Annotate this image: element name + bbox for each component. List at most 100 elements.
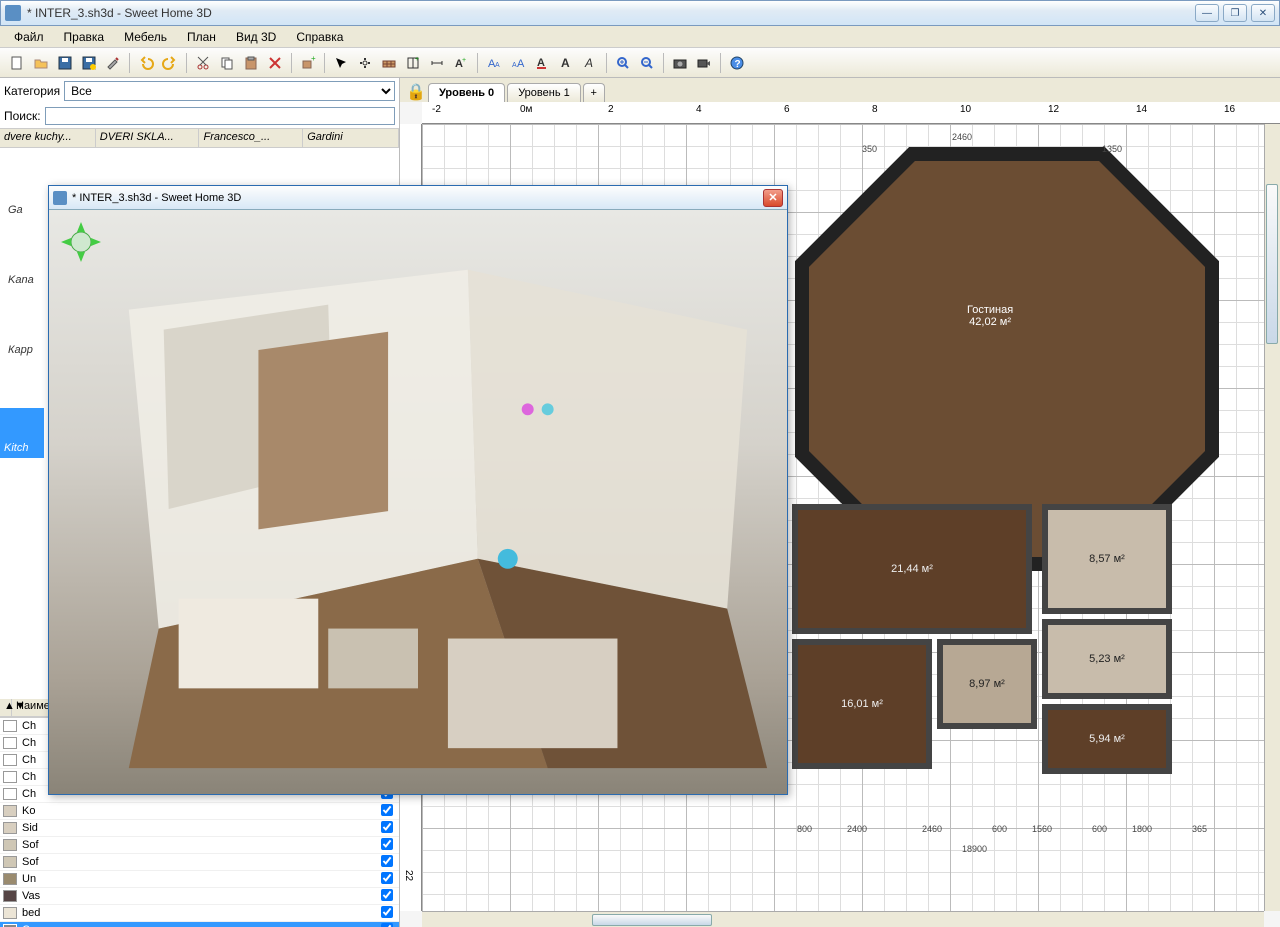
tab-level-0[interactable]: Уровень 0	[428, 83, 505, 102]
video-icon[interactable]	[693, 52, 715, 74]
horizontal-scrollbar[interactable]	[422, 911, 1264, 927]
sort-arrows-icon[interactable]: ▲▼	[0, 699, 12, 716]
visible-checkbox[interactable]	[375, 838, 399, 853]
zoom-in-icon[interactable]	[612, 52, 634, 74]
3d-window-titlebar[interactable]: * INTER_3.sh3d - Sweet Home 3D ✕	[49, 186, 787, 210]
text-larger-icon[interactable]: AA	[507, 52, 529, 74]
visible-checkbox[interactable]	[375, 855, 399, 870]
italic-icon[interactable]: A	[579, 52, 601, 74]
search-input[interactable]	[45, 107, 395, 125]
add-furniture-icon[interactable]: +	[297, 52, 319, 74]
close-button[interactable]: ✕	[1251, 4, 1275, 22]
lock-icon[interactable]: 🔒	[406, 82, 426, 102]
svg-text:+: +	[415, 56, 419, 63]
catalog-col-3[interactable]: Gardini	[303, 129, 399, 147]
minimize-button[interactable]: —	[1195, 4, 1219, 22]
plan-room-897: 8,97 м²	[937, 639, 1037, 729]
tab-level-1[interactable]: Уровень 1	[507, 83, 581, 102]
category-select[interactable]: Все	[64, 81, 395, 101]
visible-checkbox[interactable]	[375, 906, 399, 921]
dim-label: 1350	[1102, 144, 1122, 154]
table-row[interactable]: bed	[0, 905, 399, 922]
plan-room-523: 5,23 м²	[1042, 619, 1172, 699]
3d-viewport[interactable]	[49, 210, 787, 794]
create-walls-icon[interactable]	[378, 52, 400, 74]
table-row[interactable]: Un	[0, 871, 399, 888]
paste-icon[interactable]	[240, 52, 262, 74]
table-row[interactable]: Sid	[0, 820, 399, 837]
svg-text:+: +	[311, 55, 316, 63]
menu-3dview[interactable]: Вид 3D	[226, 28, 286, 46]
furniture-name: Ko	[20, 805, 249, 817]
ruler-mark: 12	[1048, 104, 1059, 115]
select-icon[interactable]	[330, 52, 352, 74]
3d-close-button[interactable]: ✕	[763, 189, 783, 207]
ruler-mark: 8	[872, 104, 878, 115]
visible-checkbox[interactable]	[375, 889, 399, 904]
color-swatch	[3, 737, 17, 749]
table-row[interactable]: Vas	[0, 888, 399, 905]
category-label: Категория	[4, 84, 60, 98]
preferences-icon[interactable]	[102, 52, 124, 74]
table-row[interactable]: Sof	[0, 837, 399, 854]
table-row[interactable]: Ca	[0, 922, 399, 927]
delete-icon[interactable]	[264, 52, 286, 74]
create-text-icon[interactable]: A+	[450, 52, 472, 74]
dim-label: 2400	[847, 824, 867, 834]
vertical-scrollbar[interactable]	[1264, 124, 1280, 911]
tab-add[interactable]: +	[583, 83, 605, 102]
create-dimensions-icon[interactable]	[426, 52, 448, 74]
menu-file[interactable]: Файл	[4, 28, 54, 46]
text-smaller-icon[interactable]: AA	[483, 52, 505, 74]
zoom-out-icon[interactable]	[636, 52, 658, 74]
menu-plan[interactable]: План	[177, 28, 226, 46]
dim-label: 800	[797, 824, 812, 834]
camera-icon[interactable]	[669, 52, 691, 74]
save-icon[interactable]	[54, 52, 76, 74]
new-file-icon[interactable]	[6, 52, 28, 74]
svg-text:?: ?	[735, 59, 741, 70]
table-row[interactable]: Ko	[0, 803, 399, 820]
text-color-icon[interactable]: A	[531, 52, 553, 74]
catalog-item-selected[interactable]: Kitch	[0, 408, 44, 458]
menu-bar: Файл Правка Мебель План Вид 3D Справка	[0, 26, 1280, 48]
ruler-v-mark: 22	[403, 870, 414, 881]
undo-icon[interactable]	[135, 52, 157, 74]
dim-label: 1800	[1132, 824, 1152, 834]
catalog-item[interactable]: Ga	[4, 200, 27, 220]
saveas-icon[interactable]	[78, 52, 100, 74]
help-icon[interactable]: ?	[726, 52, 748, 74]
ruler-mark: 4	[696, 104, 702, 115]
catalog-col-2[interactable]: Francesco_...	[199, 129, 303, 147]
cut-icon[interactable]	[192, 52, 214, 74]
furniture-name: bed	[20, 907, 249, 919]
bold-icon[interactable]: A	[555, 52, 577, 74]
catalog-item[interactable]: Карр	[4, 340, 37, 360]
visible-checkbox[interactable]	[375, 923, 399, 927]
color-swatch	[3, 839, 17, 851]
dim-label: 600	[992, 824, 1007, 834]
visible-checkbox[interactable]	[375, 804, 399, 819]
level-tabs: 🔒 Уровень 0 Уровень 1 +	[400, 78, 1280, 102]
menu-edit[interactable]: Правка	[54, 28, 115, 46]
furniture-name: Vas	[20, 890, 249, 902]
visible-checkbox[interactable]	[375, 821, 399, 836]
table-row[interactable]: Sof	[0, 854, 399, 871]
dim-label: 365	[1192, 824, 1207, 834]
create-rooms-icon[interactable]: +	[402, 52, 424, 74]
open-file-icon[interactable]	[30, 52, 52, 74]
visible-checkbox[interactable]	[375, 872, 399, 887]
pan-icon[interactable]	[354, 52, 376, 74]
redo-icon[interactable]	[159, 52, 181, 74]
window-titlebar: * INTER_3.sh3d - Sweet Home 3D — ❐ ✕	[0, 0, 1280, 26]
catalog-col-1[interactable]: DVERI SKLA...	[96, 129, 200, 147]
maximize-button[interactable]: ❐	[1223, 4, 1247, 22]
catalog-col-0[interactable]: dvere kuchy...	[0, 129, 96, 147]
menu-help[interactable]: Справка	[286, 28, 353, 46]
3d-view-window[interactable]: * INTER_3.sh3d - Sweet Home 3D ✕	[48, 185, 788, 795]
catalog-item[interactable]: Kana	[4, 270, 38, 290]
svg-text:A: A	[584, 56, 593, 70]
menu-furniture[interactable]: Мебель	[114, 28, 177, 46]
copy-icon[interactable]	[216, 52, 238, 74]
furniture-name: Sof	[20, 856, 249, 868]
